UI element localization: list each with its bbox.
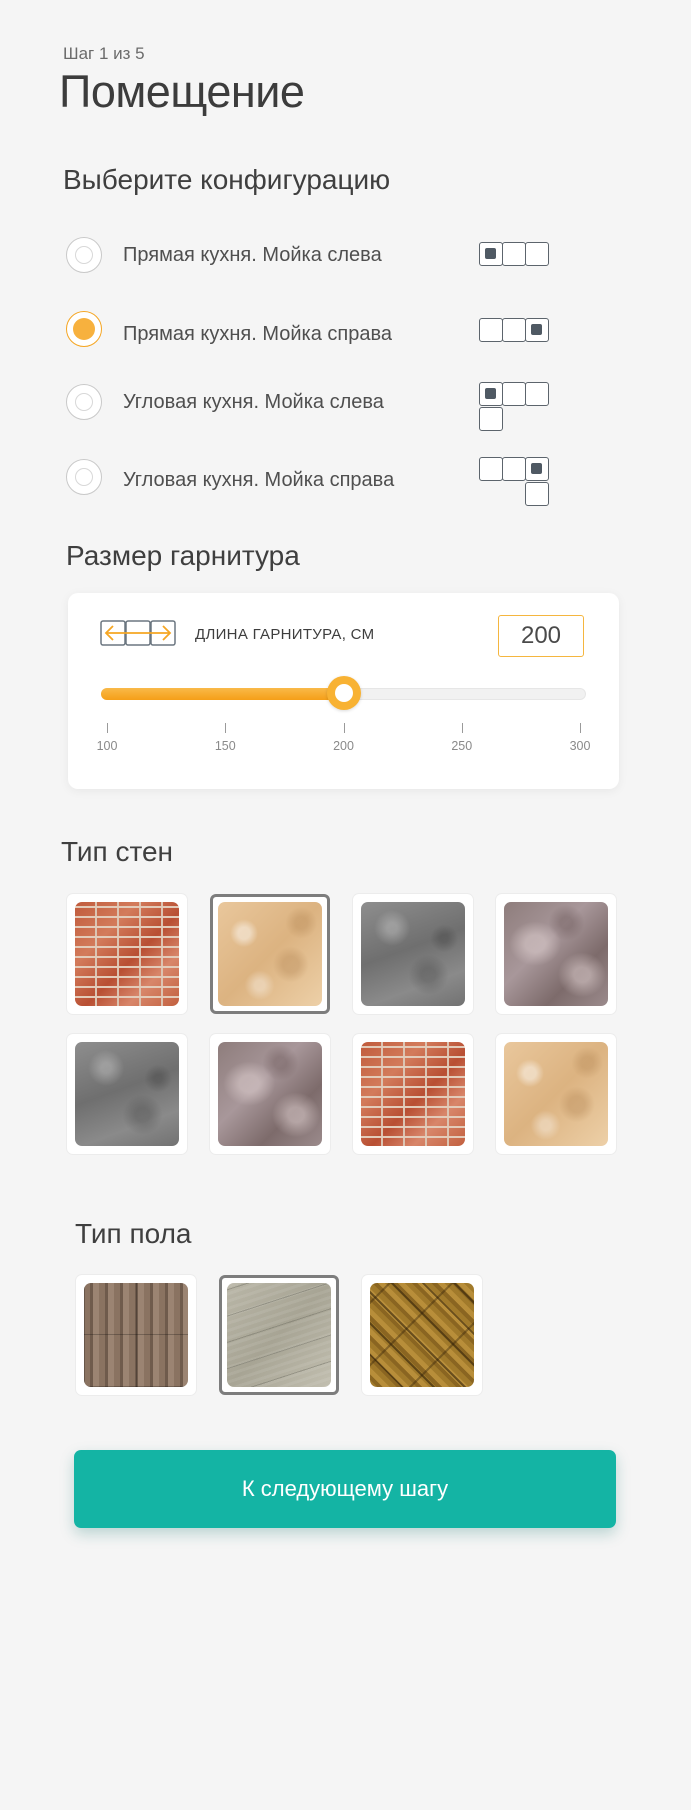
grey-concrete-texture [361,902,465,1006]
mauve-stucco-texture [218,1042,322,1146]
config-option-corner-sink-right[interactable]: Угловая кухня. Мойка справа [66,457,566,509]
scale-tick-label: 100 [96,739,118,753]
step-indicator: Шаг 1 из 5 [63,44,145,63]
length-arrows-icon [100,620,176,646]
wall-swatch-grey-concrete-texture[interactable] [67,1034,187,1154]
brick-texture [75,902,179,1006]
page-title: Помещение [59,66,305,117]
floor-heading: Тип пола [75,1218,192,1249]
beige-plaster-texture [218,902,322,1006]
size-card: ДЛИНА ГАРНИТУРА, СМ 200 100 150 200 250 300 [68,593,619,789]
beige-plaster-texture [504,1042,608,1146]
config-option-corner-sink-left[interactable]: Угловая кухня. Мойка слева [66,382,566,434]
wall-swatch-mauve-stucco-texture[interactable] [210,1034,330,1154]
wall-swatch-beige-plaster-texture[interactable] [496,1034,616,1154]
scale-tick-label: 250 [451,739,473,753]
scale-tick [461,723,463,733]
wall-swatch-brick-texture[interactable] [67,894,187,1014]
scale-tick [343,723,345,733]
next-step-button[interactable]: К следующему шагу [74,1450,616,1528]
length-label: ДЛИНА ГАРНИТУРА, СМ [195,626,375,643]
radio-button[interactable] [66,384,102,420]
config-option-label: Прямая кухня. Мойка справа [123,323,392,345]
wood-parquet-texture [84,1283,188,1387]
floor-swatch-wood-parquet-texture[interactable] [76,1275,196,1395]
length-input[interactable]: 200 [498,615,584,657]
floor-swatch-herringbone-oak-texture[interactable] [362,1275,482,1395]
wall-swatch-mauve-stucco-texture[interactable] [496,894,616,1014]
scale-tick [107,723,108,733]
walls-heading: Тип стен [61,836,173,867]
grey-concrete-texture [75,1042,179,1146]
configuration-heading: Выберите конфигурацию [63,164,391,195]
scale-tick-label: 300 [569,739,591,753]
wall-swatch-grey-concrete-texture[interactable] [353,894,473,1014]
mauve-stucco-texture [504,902,608,1006]
config-option-label: Прямая кухня. Мойка слева [123,244,382,266]
radio-button-selected[interactable] [66,311,102,347]
wall-swatch-beige-plaster-texture[interactable] [210,894,330,1014]
scale-tick [580,723,581,733]
config-option-straight-sink-left[interactable]: Прямая кухня. Мойка слева [66,237,566,287]
scale-tick [225,723,227,733]
slider-fill [101,688,350,700]
config-option-label: Угловая кухня. Мойка слева [123,391,384,413]
size-heading: Размер гарнитура [66,540,300,571]
radio-button[interactable] [66,459,102,495]
slider-handle[interactable] [326,676,361,710]
radio-button[interactable] [66,237,102,273]
scale-tick-label: 200 [333,739,354,753]
grey-laminate-texture [227,1283,331,1387]
scale-tick-label: 150 [214,739,236,753]
config-option-straight-sink-right[interactable]: Прямая кухня. Мойка справа [66,311,566,361]
wall-swatch-brick-texture[interactable] [353,1034,473,1154]
floor-swatch-grey-laminate-texture[interactable] [219,1275,339,1395]
brick-texture [361,1042,465,1146]
herringbone-oak-texture [370,1283,474,1387]
config-option-label: Угловая кухня. Мойка справа [123,469,395,491]
